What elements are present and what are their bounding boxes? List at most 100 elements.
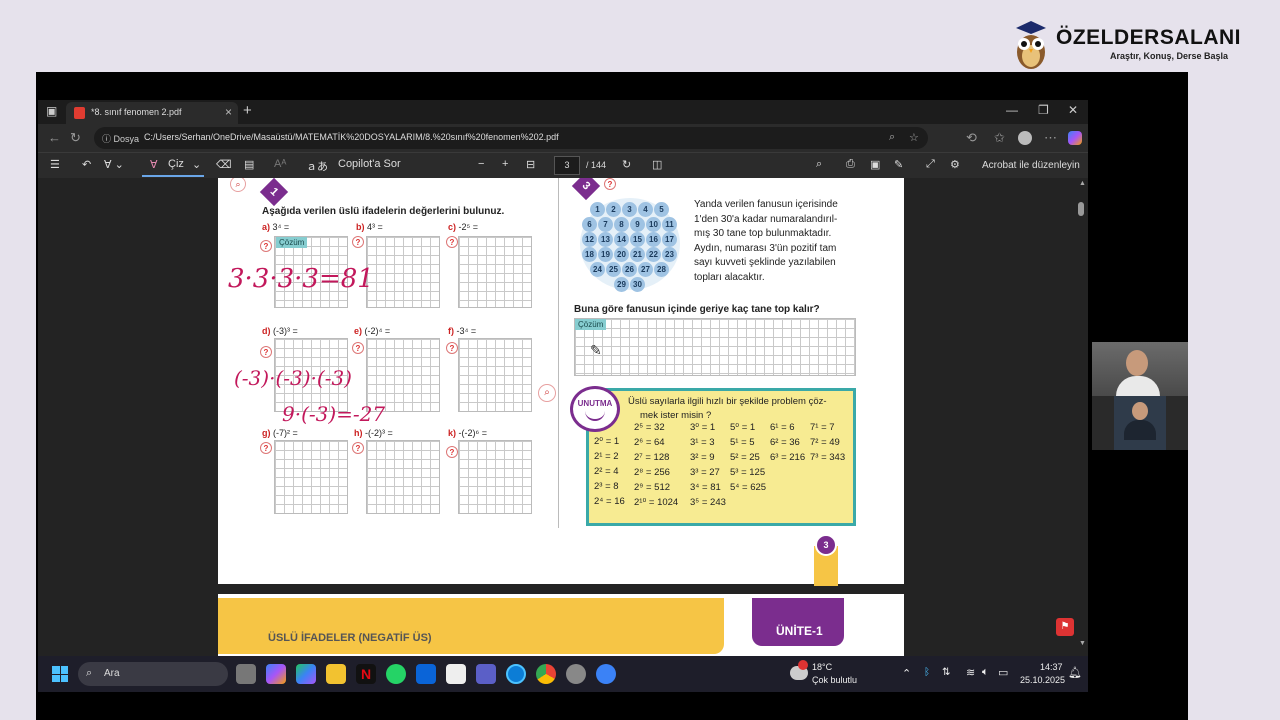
scroll-down-icon[interactable]: ▼ [1079, 640, 1086, 647]
copilot-app-icon[interactable] [266, 664, 286, 684]
fit-page-icon[interactable]: ⊟ [526, 158, 535, 171]
wifi-icon[interactable]: ≋ [966, 666, 975, 679]
tab-actions-icon[interactable]: ▣ [46, 104, 57, 118]
text-box-icon[interactable]: ▤ [244, 158, 254, 171]
scroll-up-icon[interactable]: ▲ [1079, 180, 1086, 187]
rotate-icon[interactable]: ↻ [622, 158, 631, 171]
highlight-icon[interactable]: ∀ ⌄ [104, 158, 124, 171]
answer-grid[interactable] [458, 440, 532, 514]
pdf-viewer: ⌕ 1 Aşağıda verilen üslü ifadelerin değe… [38, 178, 1088, 656]
hint-icon[interactable]: ? [352, 342, 364, 354]
copilot-ask-button[interactable]: Copilot'a Sor [338, 158, 401, 170]
translate-icon[interactable]: ａあ [306, 158, 328, 174]
minimize-icon[interactable]: — [1006, 103, 1018, 117]
close-tab-icon[interactable]: × [225, 105, 232, 119]
outlook-icon[interactable] [416, 664, 436, 684]
person-body-icon [1124, 420, 1156, 440]
extensions-icon[interactable]: ⟲ [966, 130, 977, 146]
search-icon[interactable]: ⌕ [816, 158, 822, 171]
hint-icon[interactable]: ? [604, 178, 616, 190]
answer-grid[interactable] [574, 318, 856, 376]
edge-icon[interactable] [506, 664, 526, 684]
zoom-lens-icon[interactable]: ⌕ [538, 384, 556, 402]
favorites-icon[interactable]: ✩ [994, 130, 1005, 146]
draw-tool-selected[interactable]: ∀ Çiz ⌄ [142, 155, 204, 177]
answer-grid[interactable] [366, 440, 440, 514]
windows-start-icon[interactable] [52, 666, 68, 682]
hint-icon[interactable]: ? [446, 446, 458, 458]
hint-icon[interactable]: ? [446, 236, 458, 248]
pdf-page: ⌕ 1 Aşağıda verilen üslü ifadelerin değe… [218, 178, 904, 586]
scrollbar[interactable]: ▲ ▼ [1078, 180, 1086, 650]
whatsapp-icon[interactable] [386, 664, 406, 684]
print-icon[interactable]: ⎙ [846, 158, 855, 171]
numbered-ball: 4 [638, 202, 653, 217]
settings-gear-icon[interactable] [566, 664, 586, 684]
eraser-icon[interactable]: ⌫ [216, 158, 232, 171]
back-icon[interactable]: ← [48, 130, 61, 145]
volume-icon[interactable]: 🔈︎ [982, 666, 989, 679]
next-pdf-page: ÜSLÜ İFADELER (NEGATİF ÜS) ÜNİTE-1 [218, 594, 904, 656]
answer-grid[interactable] [366, 236, 440, 308]
refresh-icon[interactable]: ↻ [70, 130, 81, 146]
hint-icon[interactable]: ? [260, 346, 272, 358]
network-status-icon[interactable]: ⇅ [942, 667, 950, 678]
browser-window: ▣ *8. sınıf fenomen 2.pdf × + — ❐ ✕ ← ↻ … [38, 100, 1088, 692]
close-window-icon[interactable]: ✕ [1068, 103, 1078, 117]
save-as-icon[interactable]: ✎ [894, 158, 903, 171]
url-field[interactable]: ⓘ Dosya C:/Users/Serhan/OneDrive/Masaüst… [94, 127, 928, 149]
hint-icon[interactable]: ? [352, 236, 364, 248]
answer-grid[interactable] [458, 236, 532, 308]
battery-icon[interactable]: ▭ [998, 666, 1008, 679]
copilot-pro-icon[interactable] [296, 664, 316, 684]
clock-date[interactable]: 25.10.2025 [1020, 675, 1065, 685]
acrobat-edit-button[interactable]: Acrobat ile düzenleyin [982, 160, 1080, 171]
weather-desc: Çok bulutlu [812, 675, 858, 685]
site-info[interactable]: ⓘ Dosya [102, 132, 139, 145]
clock-time[interactable]: 14:37 [1040, 662, 1063, 672]
answer-grid[interactable] [458, 338, 532, 412]
zoom-out-icon[interactable]: − [478, 158, 484, 170]
page-number-input[interactable]: 3 [554, 156, 580, 175]
bluetooth-icon[interactable]: ᛒ [924, 667, 930, 678]
notepad-icon[interactable] [446, 664, 466, 684]
address-bar: ← ↻ ⓘ Dosya C:/Users/Serhan/OneDrive/Mas… [38, 124, 1088, 152]
hint-icon[interactable]: ? [260, 240, 272, 252]
numbered-ball: 7 [598, 217, 613, 232]
acrobat-icon[interactable]: ⚑ [1056, 618, 1074, 636]
contents-icon[interactable]: ☰ [50, 158, 60, 171]
read-aloud-icon[interactable]: Aᴬ [274, 158, 286, 170]
more-icon[interactable]: ⋯ [1044, 130, 1057, 146]
settings-gear-icon[interactable]: ⚙ [950, 158, 960, 171]
answer-grid[interactable] [274, 440, 348, 514]
app-icon[interactable] [596, 664, 616, 684]
power-value: 5² = 25 [730, 452, 760, 463]
browser-tab[interactable]: *8. sınıf fenomen 2.pdf × [66, 102, 238, 124]
maximize-icon[interactable]: ❐ [1038, 103, 1049, 117]
zoom-in-icon[interactable]: + [502, 158, 508, 170]
netflix-icon[interactable]: N [356, 664, 376, 684]
hint-icon[interactable]: ? [352, 442, 364, 454]
zoom-icon[interactable]: ⌕ [889, 131, 895, 144]
file-explorer-icon[interactable] [326, 664, 346, 684]
numbered-ball: 19 [598, 247, 613, 262]
profile-avatar[interactable] [1018, 131, 1032, 145]
fullscreen-icon[interactable]: ⤢ [926, 158, 935, 171]
page-view-icon[interactable]: ◫ [652, 158, 662, 171]
taskbar-search[interactable]: ⌕ Ara [78, 662, 228, 686]
scroll-thumb[interactable] [1078, 202, 1084, 216]
zoom-lens-icon[interactable]: ⌕ [230, 178, 246, 192]
answer-grid[interactable] [366, 338, 440, 412]
tray-chevron-icon[interactable]: ⌃ [902, 667, 911, 680]
new-tab-icon[interactable]: + [243, 102, 252, 119]
chrome-icon[interactable] [536, 664, 556, 684]
copilot-icon[interactable] [1068, 131, 1082, 145]
teams-icon[interactable] [476, 664, 496, 684]
notifications-bell-icon[interactable]: 🔔︎ [1068, 666, 1082, 679]
undo-icon[interactable]: ↶ [82, 158, 91, 171]
favorite-star-icon[interactable]: ☆ [909, 131, 919, 144]
hint-icon[interactable]: ? [260, 442, 272, 454]
task-view-icon[interactable] [236, 664, 256, 684]
hint-icon[interactable]: ? [446, 342, 458, 354]
save-icon[interactable]: ▣ [870, 158, 880, 171]
